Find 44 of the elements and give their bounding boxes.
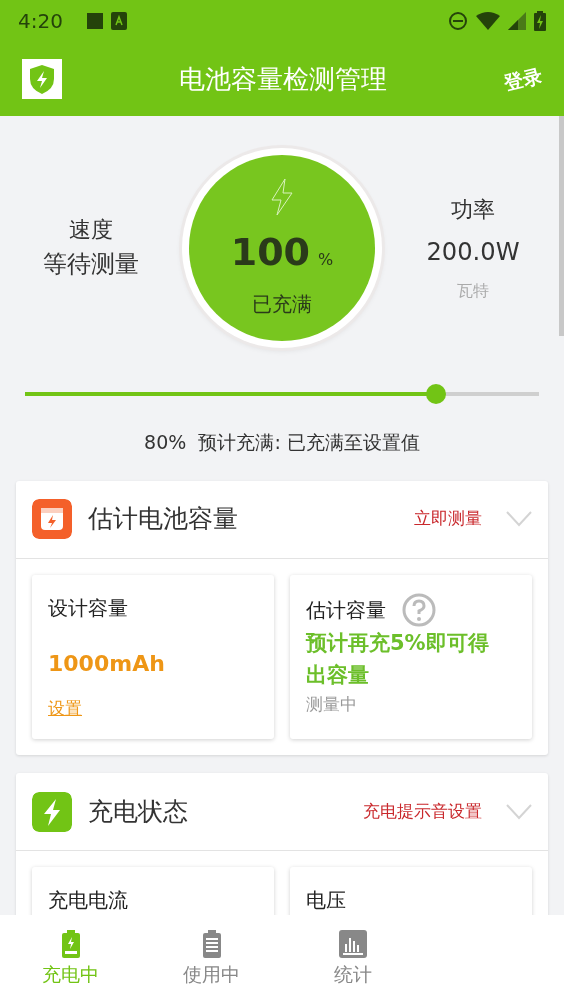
charge-caption: 80% 预计充满: 已充满至设置值 xyxy=(143,430,421,455)
battery-percent: 100 xyxy=(230,228,311,276)
do-not-disturb-icon xyxy=(448,11,468,31)
signal-icon xyxy=(508,12,526,30)
battery-icon xyxy=(201,930,222,959)
tile-status: 测量中 xyxy=(306,692,358,716)
speed-value: 等待测量 xyxy=(42,249,140,281)
tile-label: 设计容量 xyxy=(48,594,128,622)
charge-state: 已充满 xyxy=(252,290,312,318)
slider-thumb[interactable] xyxy=(426,384,447,404)
chevron-down-icon[interactable] xyxy=(506,511,532,527)
app-title: 电池容量检测管理 xyxy=(178,62,388,96)
status-time: 4:20 xyxy=(18,8,63,35)
power-label: 功率 xyxy=(450,195,496,225)
section-title: 充电状态 xyxy=(88,795,189,828)
chevron-down-icon[interactable] xyxy=(506,803,532,820)
tile-label: 估计容量 xyxy=(306,596,386,624)
tile-label: 电压 xyxy=(306,887,346,914)
nav-tab[interactable]: 统计 xyxy=(282,915,423,1004)
tile-value: 1000mAh xyxy=(48,649,166,678)
settings-link[interactable]: 设置 xyxy=(48,697,82,718)
lightning-icon xyxy=(269,177,295,216)
percent-unit: % xyxy=(318,248,334,271)
lightning-icon xyxy=(32,791,72,832)
battery-box-icon xyxy=(32,499,72,539)
stop-icon xyxy=(86,13,103,29)
keyboard-icon xyxy=(110,12,127,30)
power-unit: 瓦特 xyxy=(456,279,490,302)
login-link[interactable]: 登录 xyxy=(501,60,545,98)
help-icon[interactable] xyxy=(402,592,436,627)
speed-label: 速度 xyxy=(68,215,114,245)
app-logo-icon xyxy=(22,59,62,99)
nav-tab[interactable]: 充电中 xyxy=(0,915,141,1004)
wifi-icon xyxy=(476,12,500,30)
section-action-link[interactable]: 立即测量 xyxy=(414,506,482,532)
battery-charging-icon xyxy=(60,930,81,959)
section-action-link[interactable]: 充电提示音设置 xyxy=(363,798,482,825)
tile-label: 充电电流 xyxy=(48,887,128,914)
bar-chart-icon xyxy=(338,930,367,959)
power-value: 200.0W xyxy=(425,237,521,269)
battery-charging-icon xyxy=(534,11,546,31)
nav-tab[interactable]: 使用中 xyxy=(141,915,282,1004)
tile-value: 预计再充5%即可得出容量 xyxy=(306,629,490,690)
section-title: 估计电池容量 xyxy=(88,503,239,536)
